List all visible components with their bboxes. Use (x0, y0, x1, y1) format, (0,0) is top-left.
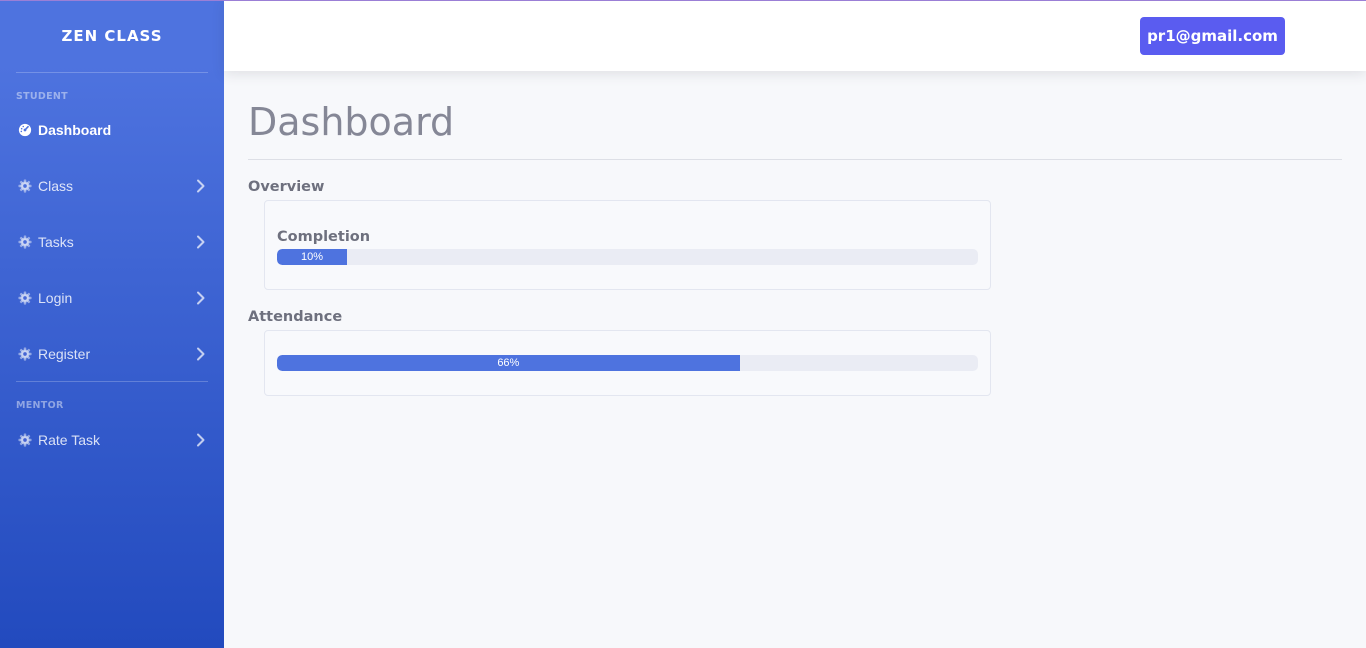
sidebar-item-label: Register (38, 346, 91, 362)
attendance-card: 66% (264, 330, 991, 396)
sidebar-item-label: Tasks (38, 234, 74, 250)
attendance-progress: 66% (277, 355, 978, 371)
overview-card: Completion 10% (264, 200, 991, 290)
attendance-heading: Attendance (248, 309, 343, 325)
overview-heading: Overview (248, 179, 325, 195)
gear-icon (18, 291, 32, 305)
chevron-right-icon (196, 291, 206, 305)
chevron-right-icon (196, 179, 206, 193)
completion-label: Completion (277, 229, 371, 245)
gear-icon (18, 179, 32, 193)
page-title: Dashboard (248, 100, 455, 144)
sidebar-item-class[interactable]: Class (0, 158, 224, 214)
title-divider (248, 159, 1342, 160)
gear-icon (18, 347, 32, 361)
completion-progress: 10% (277, 249, 978, 265)
sidebar-item-label: Class (38, 178, 74, 194)
sidebar-item-register[interactable]: Register (0, 326, 224, 382)
sidebar-item-tasks[interactable]: Tasks (0, 214, 224, 270)
gear-icon (18, 235, 32, 249)
chevron-right-icon (196, 433, 206, 447)
brand-logo[interactable]: ZEN CLASS (0, 0, 224, 72)
sidebar-item-label: Rate Task (38, 432, 100, 448)
sidebar-item-login[interactable]: Login (0, 270, 224, 326)
attendance-progress-bar: 66% (277, 355, 740, 371)
sidebar-heading-mentor: MENTOR (16, 400, 64, 411)
chevron-right-icon (196, 235, 206, 249)
chevron-right-icon (196, 347, 206, 361)
sidebar-item-rate-task[interactable]: Rate Task (0, 415, 224, 465)
gear-icon (18, 433, 32, 447)
tachometer-icon (18, 123, 32, 137)
user-email-button[interactable]: pr1@gmail.com (1140, 17, 1285, 55)
sidebar-item-dashboard[interactable]: Dashboard (0, 111, 224, 149)
sidebar-heading-student: STUDENT (16, 91, 68, 102)
top-accent-line (0, 0, 1366, 1)
sidebar-item-label: Dashboard (38, 122, 112, 138)
sidebar-item-label: Login (38, 290, 73, 306)
topbar: pr1@gmail.com (224, 0, 1366, 71)
completion-progress-bar: 10% (277, 249, 348, 265)
sidebar: ZEN CLASS STUDENT Dashboard Class Tasks … (0, 0, 224, 648)
